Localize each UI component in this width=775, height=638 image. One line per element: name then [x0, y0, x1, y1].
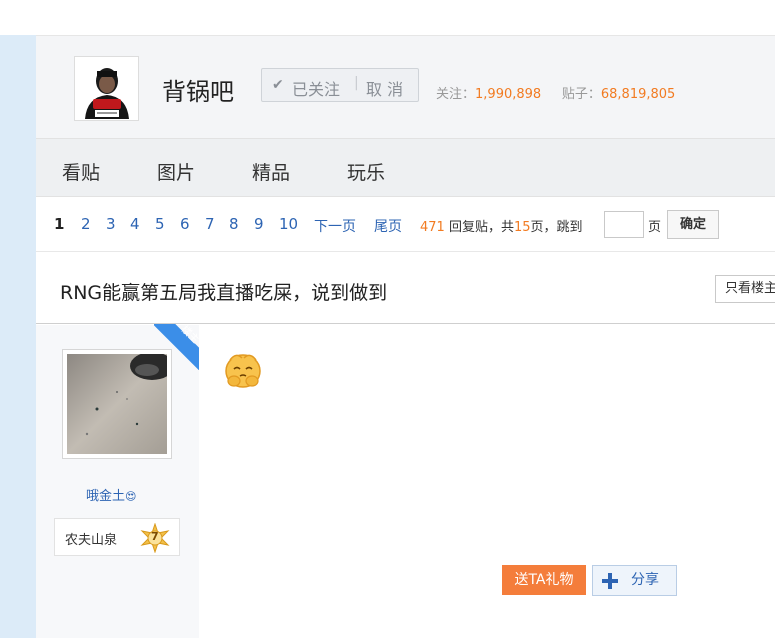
- page-link[interactable]: 10: [279, 215, 298, 233]
- top-bar: [0, 0, 775, 35]
- username-text[interactable]: 哦金土: [86, 489, 125, 504]
- followers-label: 关注：: [436, 87, 476, 102]
- check-icon: ✔: [272, 77, 284, 93]
- total-pages: 15: [513, 220, 531, 235]
- page-link[interactable]: 9: [254, 215, 264, 233]
- star-level-badge-icon: 7: [140, 522, 170, 554]
- page-link[interactable]: 2: [81, 215, 91, 233]
- last-page-link[interactable]: 尾页: [374, 216, 402, 236]
- jump-label: 页，跳到: [530, 220, 583, 235]
- avatar[interactable]: [62, 349, 172, 459]
- reply-count: 471: [420, 220, 445, 235]
- pagination: 1 2 3 4 5 6 7 8 9 10 下一页 尾页 471 回复贴，共15页…: [36, 197, 775, 252]
- avatar-photo-icon: [67, 354, 167, 454]
- level-box[interactable]: 农夫山泉 7: [54, 518, 180, 556]
- thread-title-bar: RNG能赢第五局我直播吃屎，说到做到 只看楼主: [36, 253, 775, 324]
- forum-stats: 关注：1,990,898 贴子：68,819,805: [436, 83, 675, 102]
- forum-logo-portrait-icon: [75, 57, 138, 120]
- reply-label: 回复贴，共: [448, 220, 514, 235]
- username-emoji-icon: 😍: [125, 490, 137, 503]
- page-link[interactable]: 3: [106, 215, 116, 233]
- next-page-link[interactable]: 下一页: [314, 216, 356, 236]
- send-gift-button[interactable]: 送TA礼物: [502, 565, 586, 595]
- avatar-image: [67, 354, 167, 454]
- post-content: [199, 325, 775, 638]
- page-link[interactable]: 8: [229, 215, 239, 233]
- smug-face-emoji-icon: [222, 348, 264, 390]
- posts-label: 贴子：: [561, 87, 601, 102]
- tab-images[interactable]: 图片: [157, 158, 195, 185]
- jump-suffix: 页: [648, 220, 662, 235]
- followed-label: 已关注: [292, 80, 341, 99]
- thread-title: RNG能赢第五局我直播吃屎，说到做到: [60, 282, 388, 304]
- forum-logo[interactable]: [74, 56, 139, 121]
- page-current: 1: [54, 215, 65, 233]
- forum-tabs: 看贴 图片 精品 玩乐: [36, 139, 775, 197]
- plus-icon: [602, 573, 618, 589]
- page-link[interactable]: 4: [130, 215, 140, 233]
- jump-confirm-button[interactable]: 确定: [667, 210, 719, 239]
- main-panel: 背锅吧 ✔ 已关注 | 取 消 关注：1,990,898 贴子：68,819,8…: [36, 35, 775, 638]
- page-link[interactable]: 7: [205, 215, 215, 233]
- posts-count: 68,819,805: [600, 87, 676, 102]
- level-number: 7: [151, 530, 159, 543]
- page-link[interactable]: 6: [180, 215, 190, 233]
- tab-featured[interactable]: 精品: [252, 158, 290, 185]
- tab-fun[interactable]: 玩乐: [347, 158, 385, 185]
- follow-toggle[interactable]: ✔ 已关注 | 取 消: [261, 68, 419, 102]
- reply-info: 471 回复贴，共15页，跳到: [420, 216, 583, 235]
- only-owner-button[interactable]: 只看楼主: [715, 275, 775, 303]
- unfollow-button[interactable]: 取 消: [366, 76, 403, 100]
- level-name: 农夫山泉: [65, 533, 118, 548]
- share-label: 分享: [631, 572, 659, 588]
- post-username[interactable]: 哦金土😍: [86, 485, 136, 504]
- tab-posts[interactable]: 看贴: [62, 158, 100, 185]
- forum-header: 背锅吧 ✔ 已关注 | 取 消 关注：1,990,898 贴子：68,819,8…: [36, 35, 775, 139]
- forum-name[interactable]: 背锅吧: [162, 72, 234, 107]
- page-link[interactable]: 5: [155, 215, 165, 233]
- follow-separator: |: [354, 75, 359, 91]
- left-side-strip: [0, 35, 36, 638]
- followers-count: 1,990,898: [475, 87, 542, 102]
- jump-page-input[interactable]: [604, 211, 644, 238]
- share-button[interactable]: 分享: [592, 565, 677, 596]
